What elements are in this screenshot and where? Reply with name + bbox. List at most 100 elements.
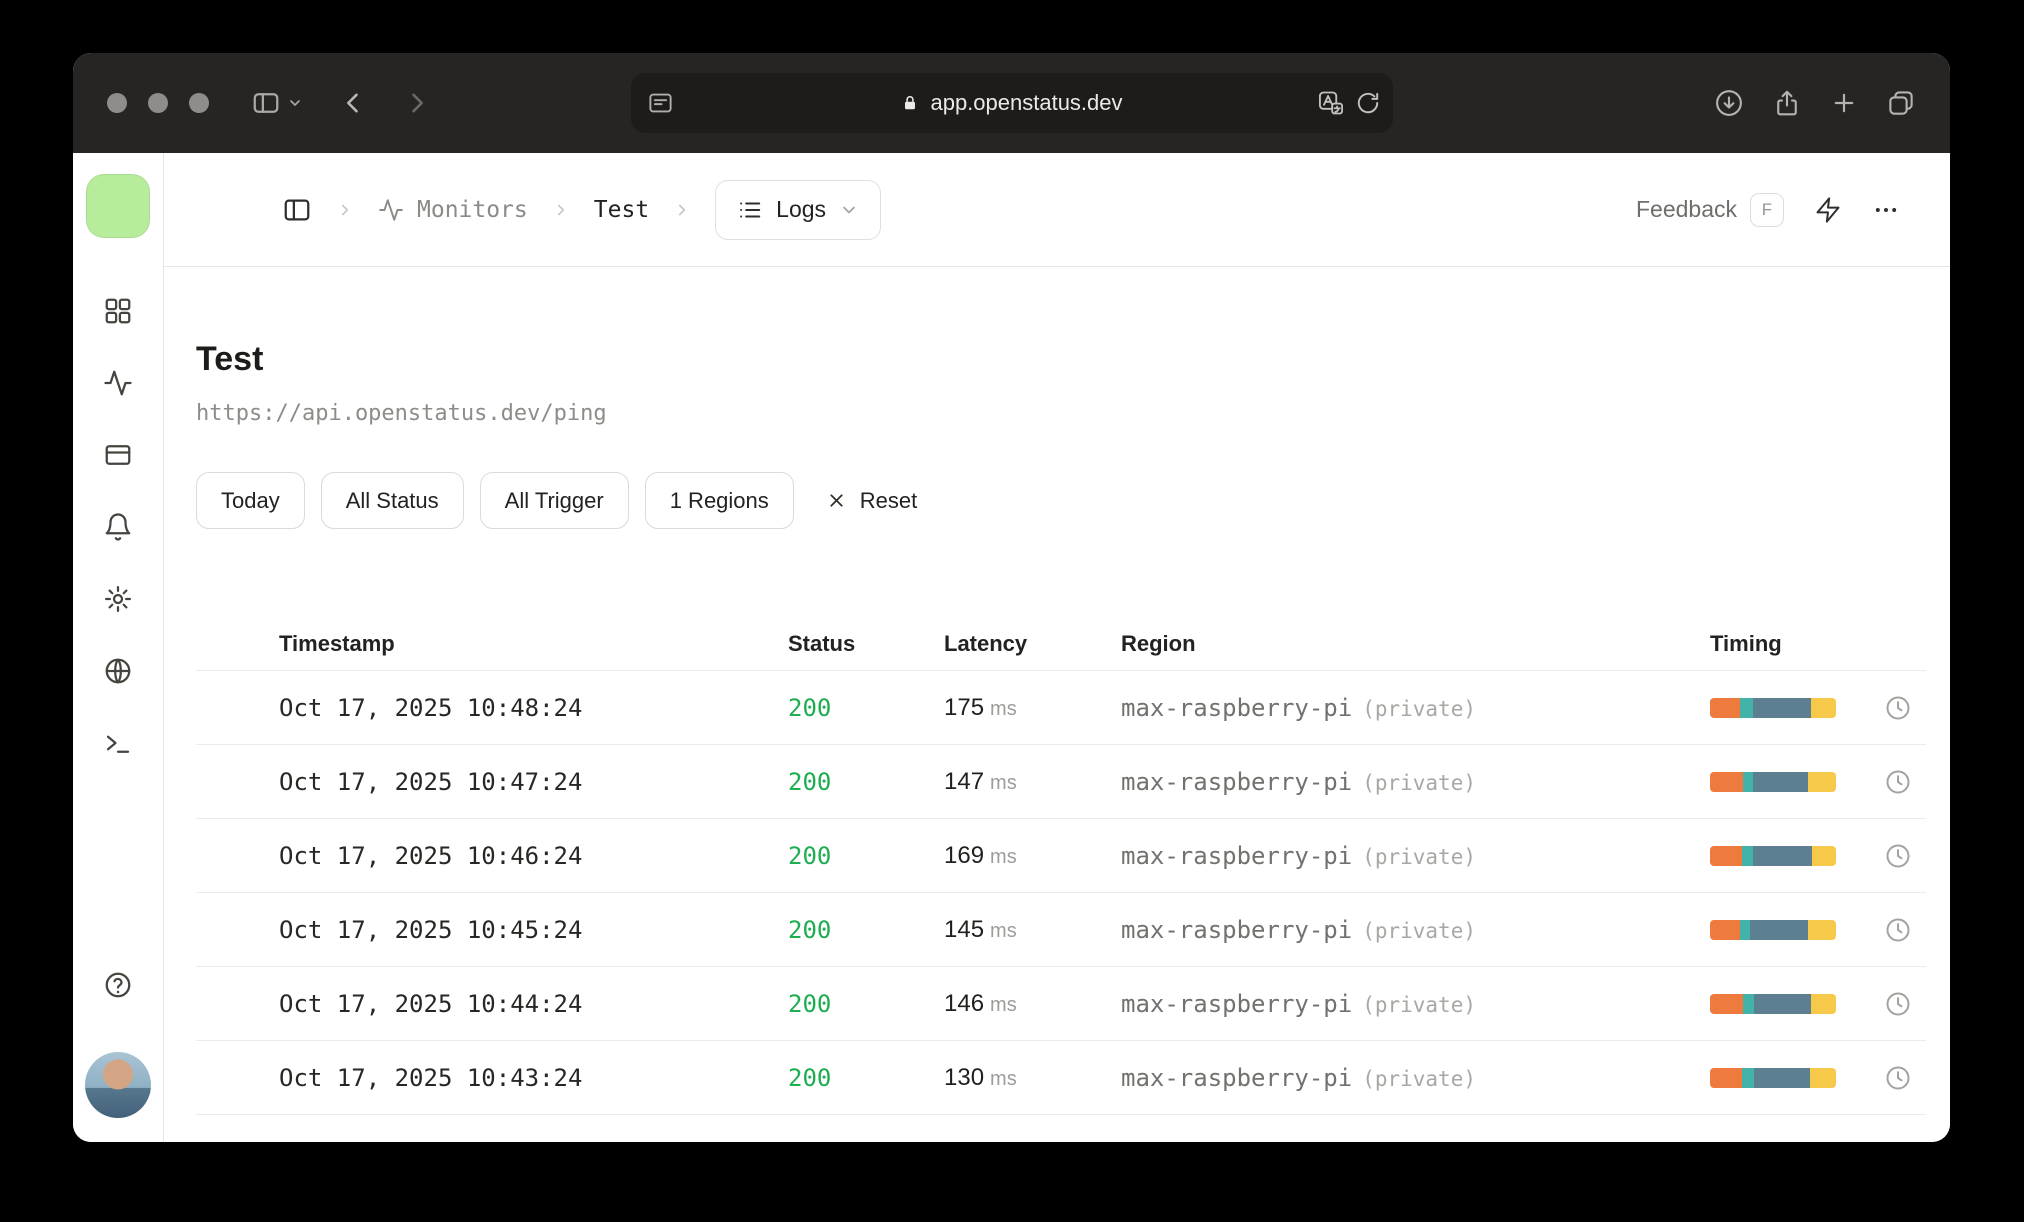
timing-bar (1710, 771, 1836, 792)
chevron-down-icon (843, 206, 855, 213)
latency-value: 146 (944, 989, 985, 1017)
share-icon[interactable] (1772, 88, 1802, 118)
latency-value: 145 (944, 915, 985, 943)
latency-value: 175 (944, 693, 985, 721)
filter-bar: Today All Status All Trigger 1 Regions R… (196, 472, 1926, 529)
details-clock-icon[interactable] (1884, 990, 1912, 1018)
filter-trigger-button[interactable]: All Trigger (479, 472, 629, 529)
user-avatar[interactable] (85, 1052, 151, 1118)
table-row[interactable]: Oct 17, 2025 10:46:24 200 169 ms max-raspber… (196, 819, 1926, 893)
timing-segment (1710, 919, 1741, 940)
timing-segment (1742, 771, 1753, 792)
workspace-logo[interactable] (86, 174, 150, 238)
latency-value: 130 (944, 1063, 985, 1091)
details-clock-icon[interactable] (1884, 768, 1912, 796)
breadcrumb-label: Test (593, 196, 650, 223)
details-clock-icon[interactable] (1884, 916, 1912, 944)
latency-unit: ms (990, 1067, 1017, 1090)
col-header-latency: Latency (944, 630, 1028, 656)
latency-cell: 146 ms (944, 990, 1121, 1018)
downloads-icon[interactable] (1714, 88, 1744, 118)
breadcrumb-item-monitors[interactable]: Monitors (378, 197, 528, 223)
region-cell: max-raspberry-pi (private) (1121, 767, 1476, 796)
region-note: (private) (1362, 1066, 1476, 1091)
latency-value: 169 (944, 841, 985, 869)
feedback-label: Feedback (1635, 196, 1737, 222)
col-header-timestamp: Timestamp (279, 630, 395, 656)
table-row[interactable]: Oct 17, 2025 10:44:24 200 146 ms max-raspber… (196, 967, 1926, 1041)
timestamp-cell: Oct 17, 2025 10:45:24 (279, 915, 583, 944)
monitors-activity-icon[interactable] (103, 368, 133, 398)
reload-icon[interactable] (1355, 90, 1381, 116)
latency-cell: 145 ms (944, 916, 1121, 944)
minimize-window-button[interactable] (148, 93, 168, 113)
close-window-button[interactable] (107, 93, 127, 113)
dashboard-grid-icon[interactable] (103, 296, 133, 326)
timing-segment (1741, 845, 1753, 866)
lock-icon (905, 96, 916, 110)
filter-today-button[interactable]: Today (196, 472, 305, 529)
latency-unit: ms (990, 845, 1017, 868)
timing-bar (1710, 919, 1836, 940)
feedback-button[interactable]: Feedback F (1635, 192, 1784, 227)
region-note: (private) (1362, 918, 1476, 943)
latency-cell: 175 ms (944, 694, 1121, 722)
chevron-right-icon (679, 204, 686, 215)
more-options-icon[interactable] (1872, 196, 1900, 224)
translate-icon[interactable] (1317, 89, 1345, 117)
notifications-bell-icon[interactable] (103, 512, 133, 542)
timing-segment (1812, 845, 1836, 866)
back-button[interactable] (339, 89, 367, 117)
breadcrumb-item-test[interactable]: Test (594, 197, 649, 223)
status-page-icon[interactable] (103, 440, 133, 470)
timestamp-cell: Oct 17, 2025 10:46:24 (279, 841, 583, 870)
details-clock-icon[interactable] (1884, 842, 1912, 870)
details-clock-icon[interactable] (1884, 694, 1912, 722)
logs-table: Timestamp Status Latency Region Timing O… (196, 617, 1926, 1115)
latency-unit: ms (990, 771, 1017, 794)
col-header-region: Region (1121, 630, 1196, 656)
breadcrumb: Monitors Test Logs (282, 179, 882, 240)
region-cell: max-raspberry-pi (private) (1121, 915, 1476, 944)
filter-status-button[interactable]: All Status (320, 472, 464, 529)
globe-icon[interactable] (103, 656, 133, 686)
address-bar[interactable]: app.openstatus.dev (630, 73, 1393, 133)
app-shell: Monitors Test Logs Feedback F Test https… (73, 153, 1950, 1142)
reset-filters-button[interactable]: Reset (826, 488, 917, 514)
timestamp-cell: Oct 17, 2025 10:43:24 (279, 1063, 583, 1092)
latency-cell: 169 ms (944, 842, 1121, 870)
browser-sidebar-toggle[interactable] (251, 88, 303, 118)
region-cell: max-raspberry-pi (private) (1121, 989, 1476, 1018)
details-clock-icon[interactable] (1884, 1064, 1912, 1092)
table-row[interactable]: Oct 17, 2025 10:47:24 200 147 ms max-raspber… (196, 745, 1926, 819)
timing-segment (1808, 771, 1836, 792)
status-cell: 200 (788, 1063, 832, 1092)
log-rows: Oct 17, 2025 10:48:24 200 175 ms max-raspber… (196, 671, 1926, 1115)
timing-bar (1710, 993, 1836, 1014)
table-row[interactable]: Oct 17, 2025 10:48:24 200 175 ms max-raspber… (196, 671, 1926, 745)
timing-segment (1710, 993, 1743, 1014)
latency-cell: 147 ms (944, 768, 1121, 796)
tab-overview-icon[interactable] (1886, 88, 1916, 118)
feedback-shortcut-badge: F (1750, 192, 1784, 227)
filter-regions-button[interactable]: 1 Regions (644, 472, 794, 529)
timestamp-cell: Oct 17, 2025 10:48:24 (279, 693, 583, 722)
region-cell: max-raspberry-pi (private) (1121, 1063, 1476, 1092)
table-row[interactable]: Oct 17, 2025 10:45:24 200 145 ms max-raspber… (196, 893, 1926, 967)
new-tab-icon[interactable] (1830, 89, 1858, 117)
terminal-icon[interactable] (103, 728, 133, 758)
timing-segment (1754, 1067, 1810, 1088)
settings-gear-icon[interactable] (103, 584, 133, 614)
quick-actions-bolt-icon[interactable] (1814, 196, 1842, 224)
status-cell: 200 (788, 767, 832, 796)
forward-button[interactable] (403, 89, 431, 117)
region-note: (private) (1362, 992, 1476, 1017)
zoom-window-button[interactable] (189, 93, 209, 113)
table-row[interactable]: Oct 17, 2025 10:43:24 200 130 ms max-raspber… (196, 1041, 1926, 1115)
chevron-right-icon (341, 204, 349, 215)
app-sidebar-toggle-icon[interactable] (282, 195, 312, 225)
help-icon[interactable] (103, 970, 133, 1000)
status-cell: 200 (788, 841, 832, 870)
view-selector-logs[interactable]: Logs (715, 179, 882, 240)
monitor-endpoint-url: https://api.openstatus.dev/ping (196, 401, 607, 426)
